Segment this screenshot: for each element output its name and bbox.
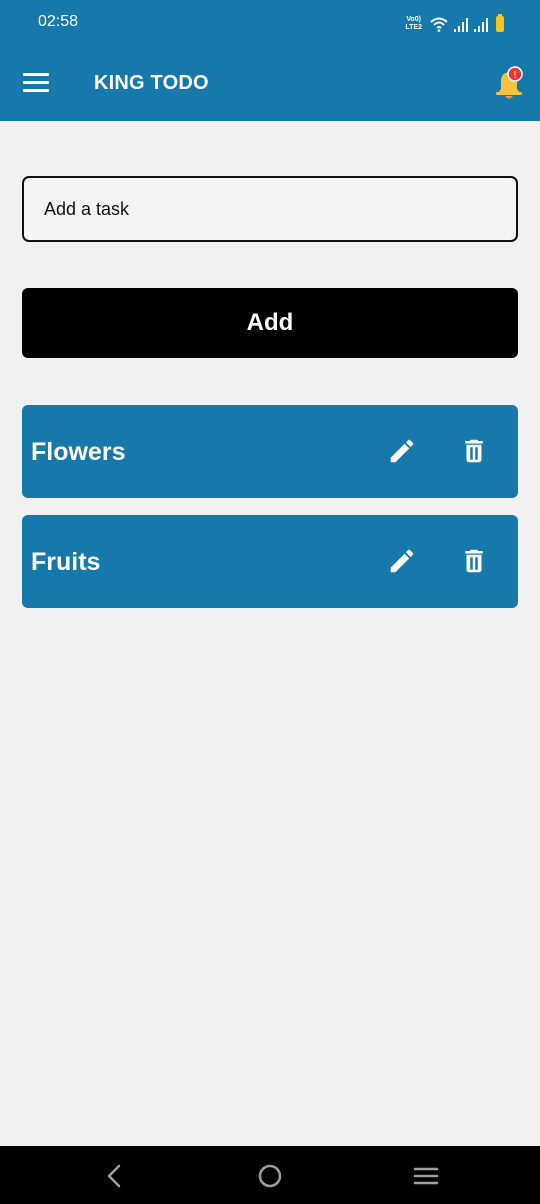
task-title: Fruits <box>31 548 101 576</box>
trash-icon[interactable] <box>459 546 489 576</box>
pencil-icon[interactable] <box>387 436 417 466</box>
pencil-icon[interactable] <box>387 546 417 576</box>
app-title: KING TODO <box>94 72 209 94</box>
signal-icon <box>454 18 468 32</box>
bell-icon[interactable]: ! <box>492 66 528 102</box>
task-item: Flowers <box>22 405 518 498</box>
task-input[interactable] <box>22 176 518 242</box>
app-bar: KING TODO ! <box>0 44 540 121</box>
back-chevron-icon[interactable] <box>99 1161 129 1191</box>
home-circle-icon[interactable] <box>255 1161 285 1191</box>
svg-text:!: ! <box>514 70 517 81</box>
status-time: 02:58 <box>38 13 79 30</box>
hamburger-menu-icon[interactable] <box>23 73 49 93</box>
battery-icon <box>496 14 504 32</box>
notification-badge: ! <box>507 66 523 82</box>
status-icons: Vo0) LTE2 <box>405 12 504 32</box>
recents-lines-icon[interactable] <box>411 1161 441 1191</box>
trash-icon[interactable] <box>459 436 489 466</box>
task-item: Fruits <box>22 515 518 608</box>
add-button[interactable]: Add <box>22 288 518 358</box>
status-bar: 02:58 Vo0) LTE2 <box>0 0 540 44</box>
signal-icon-2 <box>474 18 488 32</box>
wifi-icon <box>430 17 448 32</box>
task-title: Flowers <box>31 438 126 466</box>
system-nav-bar <box>0 1146 540 1204</box>
volte-icon: Vo0) LTE2 <box>405 16 422 31</box>
